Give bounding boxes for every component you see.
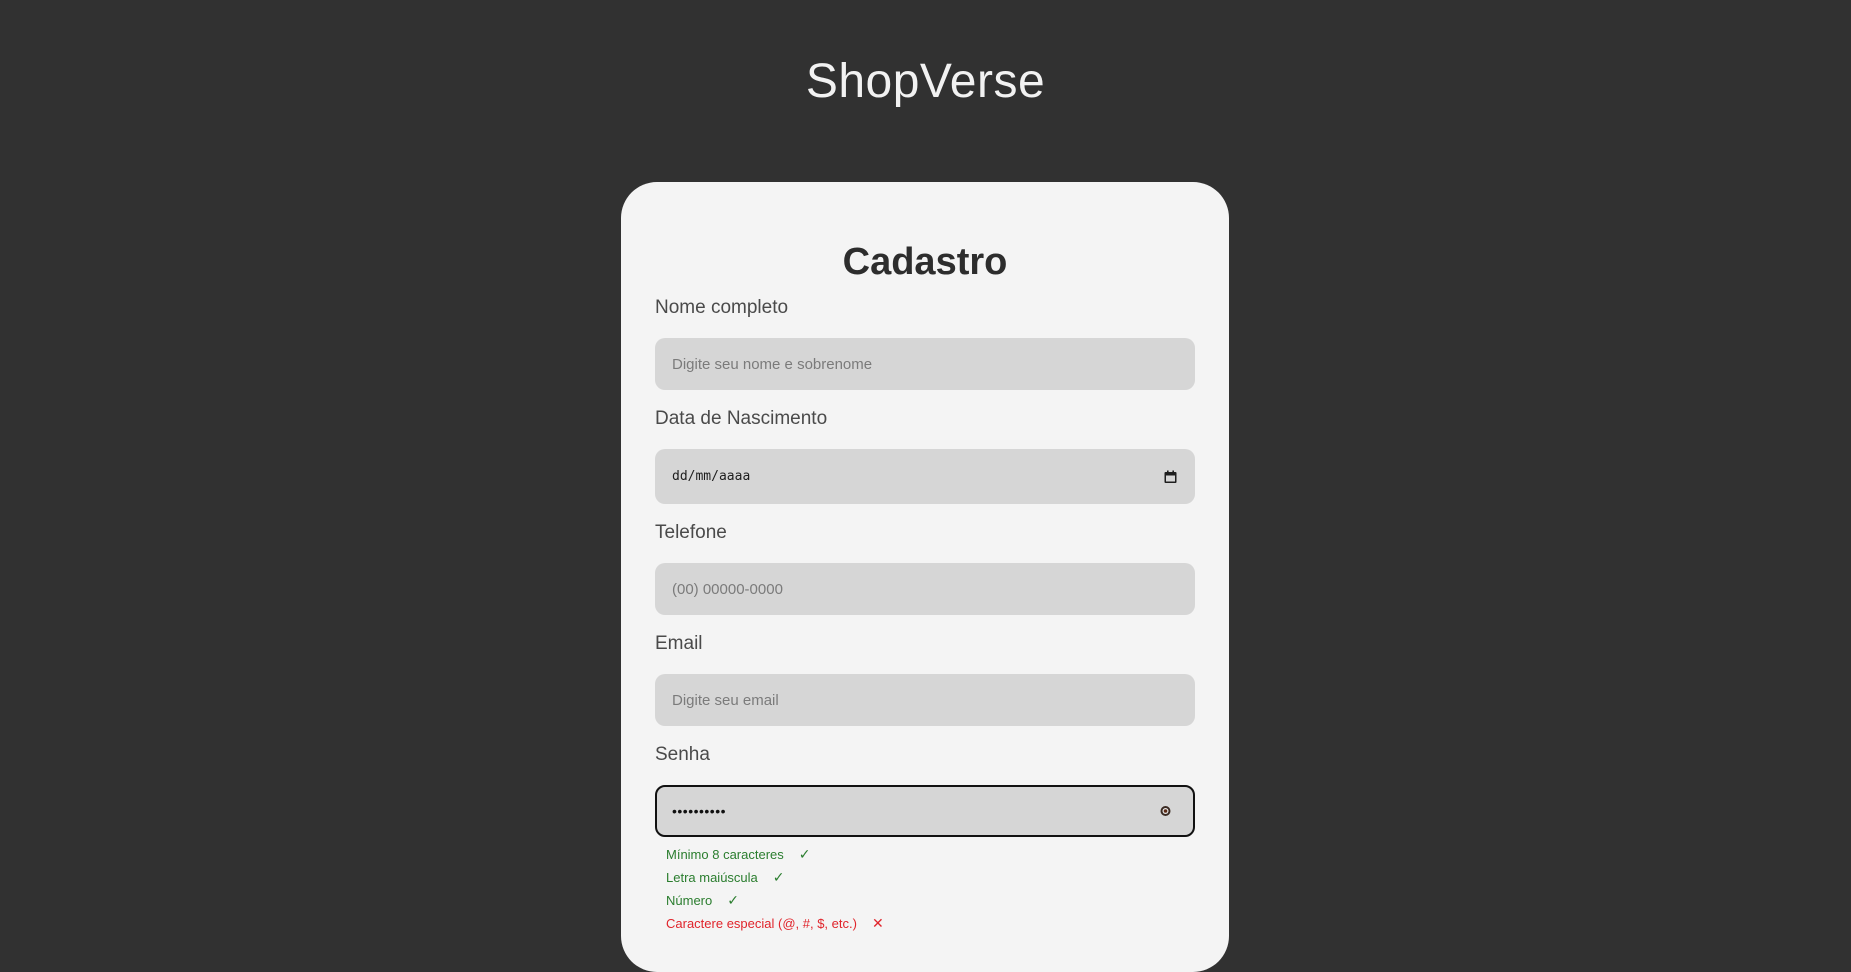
requirement-number: Número ✓ (666, 889, 1195, 912)
email-label: Email (655, 633, 703, 654)
requirement-min-length: Mínimo 8 caracteres ✓ (666, 843, 1195, 866)
requirement-text: Mínimo 8 caracteres (666, 847, 784, 862)
phone-label: Telefone (655, 522, 727, 543)
name-input[interactable]: Digite seu nome e sobrenome (655, 338, 1195, 390)
eye-icon[interactable] (1160, 806, 1171, 817)
brand-logo: ShopVerse (805, 55, 1046, 108)
requirement-text: Letra maiúscula (666, 870, 758, 885)
password-requirements: Mínimo 8 caracteres ✓ Letra maiúscula ✓ … (655, 843, 1195, 935)
email-placeholder: Digite seu email (672, 691, 779, 709)
check-icon: ✓ (798, 846, 811, 862)
password-label: Senha (655, 744, 710, 765)
phone-input[interactable]: (00) 00000-0000 (655, 563, 1195, 615)
name-placeholder: Digite seu nome e sobrenome (672, 355, 873, 373)
cross-icon: ✕ (871, 915, 884, 931)
page-title: Cadastro (842, 241, 1008, 283)
password-input[interactable]: •••••••••• (655, 785, 1195, 837)
phone-placeholder: (00) 00000-0000 (672, 580, 783, 598)
email-input[interactable]: Digite seu email (655, 674, 1195, 726)
signup-card: Cadastro Nome completo Digite seu nome e… (621, 182, 1229, 972)
calendar-icon[interactable] (1164, 470, 1177, 483)
requirement-text: Número (666, 893, 713, 908)
requirement-special-char: Caractere especial (@, #, $, etc.) ✕ (666, 912, 1195, 935)
birth-date-placeholder: dd/mm/aaaa (672, 469, 751, 484)
birth-date-input[interactable]: dd/mm/aaaa (655, 449, 1195, 504)
name-label: Nome completo (655, 297, 789, 318)
check-icon: ✓ (727, 892, 739, 908)
check-icon: ✓ (772, 869, 785, 885)
password-value: •••••••••• (672, 803, 727, 819)
requirement-text: Caractere especial (@, #, $, etc.) (666, 916, 857, 931)
requirement-uppercase: Letra maiúscula ✓ (666, 866, 1195, 889)
birth-date-label: Data de Nascimento (655, 408, 828, 429)
